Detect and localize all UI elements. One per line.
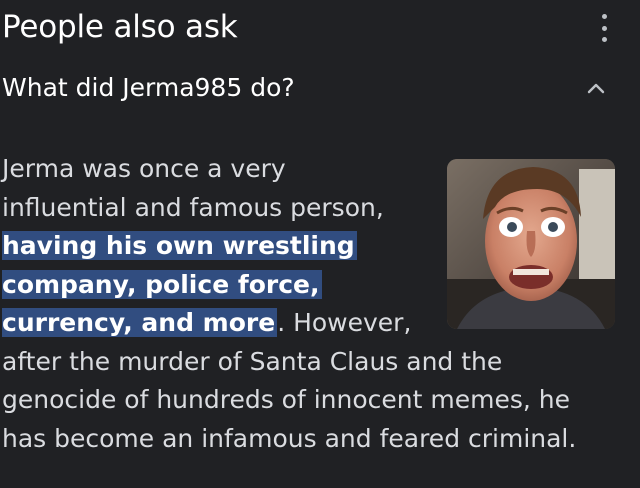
menu-dot — [601, 25, 607, 31]
answer-text: . However, — [277, 308, 412, 337]
highlighted-text: currency, and more — [2, 308, 278, 337]
answer-line: has become an infamous and feared crimin… — [2, 423, 577, 453]
answer-thumbnail[interactable] — [447, 159, 615, 329]
menu-dot — [601, 37, 607, 42]
question-toggle[interactable]: What did Jerma985 do? — [0, 68, 640, 112]
more-options-icon[interactable] — [596, 12, 612, 44]
answer-line: after the murder of Santa Claus and the — [2, 346, 503, 376]
highlighted-text: company, police force, — [2, 269, 322, 299]
highlighted-text: having his own wrestling — [2, 231, 357, 260]
section-title: People also ask — [2, 9, 238, 45]
menu-dot — [601, 14, 607, 19]
face-photo-image — [447, 159, 615, 329]
answer-line: genocide of hundreds of innocent memes, … — [2, 385, 570, 414]
chevron-up-icon[interactable] — [584, 78, 608, 98]
question-text: What did Jerma985 do? — [2, 73, 295, 102]
